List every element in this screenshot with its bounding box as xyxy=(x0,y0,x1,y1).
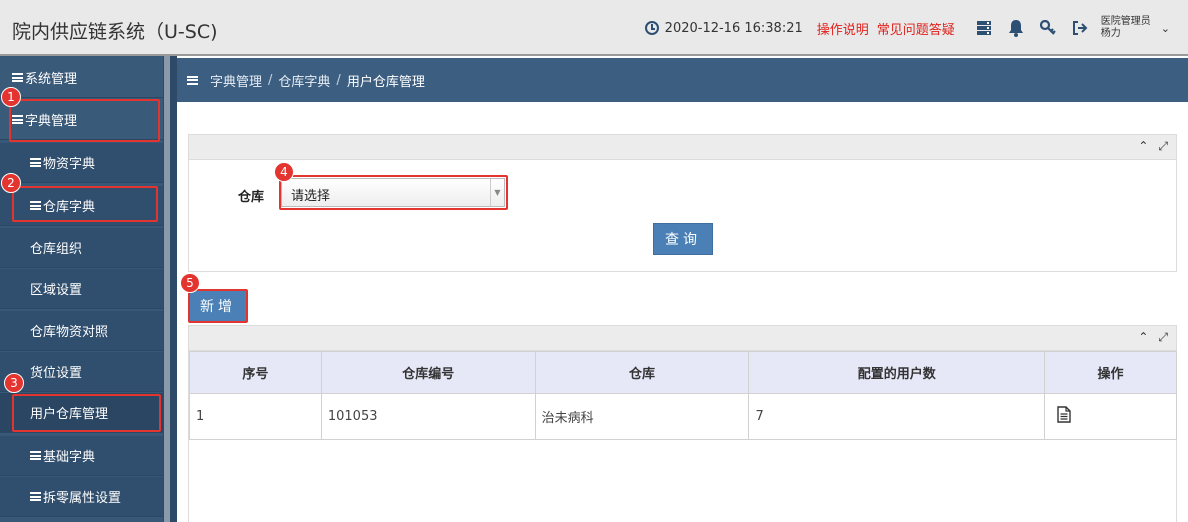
col-header-user-count[interactable]: 配置的用户数 xyxy=(748,351,1046,394)
menu-icon[interactable] xyxy=(187,75,198,85)
list-icon xyxy=(30,492,41,501)
breadcrumb-current: 用户仓库管理 xyxy=(346,74,425,90)
step-marker-1: 1 xyxy=(1,87,21,107)
list-icon xyxy=(30,201,41,210)
sidebar-item-location-settings[interactable]: 货位设置 xyxy=(0,352,163,392)
panel-tools: ⌃ ⤢ xyxy=(1138,330,1168,345)
breadcrumb: 字典管理 / 仓库字典 / 用户仓库管理 xyxy=(177,58,1188,102)
document-icon[interactable] xyxy=(1057,406,1071,423)
table-header-row: 序号 仓库编号 仓库 配置的用户数 操作 xyxy=(189,351,1177,394)
faq-link[interactable]: 常见问题答疑 xyxy=(877,19,955,38)
list-icon xyxy=(30,158,41,167)
step-marker-5: 5 xyxy=(180,273,200,293)
collapse-icon[interactable]: ⌃ xyxy=(1138,330,1148,345)
key-icon[interactable] xyxy=(1037,17,1059,39)
sidebar-item-warehouse-dict[interactable]: 仓库字典 xyxy=(0,186,163,226)
breadcrumb-separator: / xyxy=(336,72,341,88)
sidebar-item-warehouse-material-map[interactable]: 仓库物资对照 xyxy=(0,311,163,351)
sidebar-item-material-dict[interactable]: 物资字典 xyxy=(0,143,163,183)
sidebar-scrollbar[interactable] xyxy=(164,56,170,522)
col-header-actions: 操作 xyxy=(1044,351,1177,394)
warehouse-select-value: 请选择 xyxy=(291,189,331,204)
user-warehouse-table: 序号 仓库编号 仓库 配置的用户数 操作 1 101053 治未病科 7 xyxy=(189,351,1177,440)
breadcrumb-item[interactable]: 仓库字典 xyxy=(278,71,330,90)
col-header-warehouse[interactable]: 仓库 xyxy=(534,351,750,394)
user-role: 医院管理员 xyxy=(1100,16,1151,27)
user-name: 杨力 xyxy=(1100,28,1121,39)
sidebar-item-label: 货位设置 xyxy=(30,366,83,381)
sidebar-item-basic-dict[interactable]: 基础字典 xyxy=(0,436,163,476)
step-marker-4: 4 xyxy=(274,162,294,182)
list-icon xyxy=(12,115,23,124)
sidebar-item-label: 仓库物资对照 xyxy=(30,325,109,340)
col-header-code[interactable]: 仓库编号 xyxy=(320,351,536,394)
step-marker-2: 2 xyxy=(1,173,21,193)
sidebar-item-user-warehouse[interactable]: 用户仓库管理 xyxy=(0,393,163,433)
sidebar-item-label: 系统管理 xyxy=(25,72,78,87)
user-info[interactable]: 医院管理员 杨力 xyxy=(1101,16,1151,40)
sidebar-item-label: 物资字典 xyxy=(43,157,96,172)
list-icon xyxy=(12,73,23,82)
clock-icon xyxy=(644,21,659,35)
panel-tools: ⌃ ⤢ xyxy=(1138,139,1168,154)
warehouse-label: 仓库 xyxy=(238,190,265,205)
header-right: 2020-12-16 16:38:21 操作说明 常见问题答疑 医院管理员 杨力… xyxy=(644,0,1188,56)
table-panel-header: ⌃ ⤢ xyxy=(188,325,1177,351)
sidebar-item-label: 仓库字典 xyxy=(43,200,96,215)
chevron-down-icon[interactable]: ⌄ xyxy=(1161,22,1170,35)
cell-index: 1 xyxy=(189,393,322,440)
cell-user-count: 7 xyxy=(748,393,1046,440)
list-icon xyxy=(30,451,41,460)
sidebar-item-label: 区域设置 xyxy=(30,283,83,298)
sidebar-item-label: 仓库组织 xyxy=(30,242,83,257)
search-panel-header: ⌃ ⤢ xyxy=(188,134,1177,160)
sidebar-item-label: 字典管理 xyxy=(25,114,78,129)
collapse-icon[interactable]: ⌃ xyxy=(1138,139,1148,154)
query-button[interactable]: 查询 xyxy=(653,223,713,255)
table-row[interactable]: 1 101053 治未病科 7 xyxy=(189,393,1177,440)
table-container: 序号 仓库编号 仓库 配置的用户数 操作 1 101053 治未病科 7 xyxy=(188,351,1177,522)
sidebar-item-label: 拆零属性设置 xyxy=(43,491,122,506)
expand-icon[interactable]: ⤢ xyxy=(1158,330,1168,345)
cell-code: 101053 xyxy=(320,393,536,440)
sidebar-item-label: 基础字典 xyxy=(43,450,96,465)
server-icon[interactable] xyxy=(973,17,995,39)
top-header: 院内供应链系统（U-SC) 2020-12-16 16:38:21 操作说明 常… xyxy=(0,0,1188,56)
cell-actions xyxy=(1044,393,1177,440)
logout-icon[interactable] xyxy=(1069,17,1091,39)
breadcrumb-separator: / xyxy=(268,72,273,88)
breadcrumb-item[interactable]: 字典管理 xyxy=(210,71,262,90)
add-button[interactable]: 新增 xyxy=(190,291,246,321)
col-header-index[interactable]: 序号 xyxy=(189,351,322,394)
step-marker-3: 3 xyxy=(4,373,24,393)
dropdown-arrow-icon[interactable]: ▼ xyxy=(490,179,504,206)
bell-icon[interactable] xyxy=(1005,17,1027,39)
sidebar-item-split-attr[interactable]: 拆零属性设置 xyxy=(0,477,163,517)
sidebar-item-warehouse-org[interactable]: 仓库组织 xyxy=(0,228,163,268)
sidebar-item-dictionary[interactable]: 字典管理 xyxy=(0,100,163,140)
sidebar-item-area-settings[interactable]: 区域设置 xyxy=(0,269,163,309)
datetime: 2020-12-16 16:38:21 xyxy=(664,20,803,36)
app-title: 院内供应链系统（U-SC) xyxy=(12,21,218,43)
warehouse-select[interactable]: 请选择 ▼ xyxy=(281,178,505,207)
sidebar-item-label: 用户仓库管理 xyxy=(30,407,109,422)
cell-warehouse: 治未病科 xyxy=(534,393,750,440)
sidebar-item-system[interactable]: 系统管理 xyxy=(0,58,163,98)
expand-icon[interactable]: ⤢ xyxy=(1158,139,1168,154)
search-panel xyxy=(188,160,1177,272)
help-link[interactable]: 操作说明 xyxy=(817,19,869,38)
